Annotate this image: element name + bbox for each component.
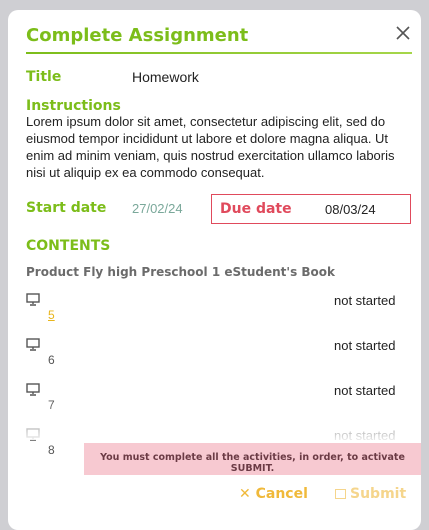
submit-icon (335, 489, 346, 499)
activity-number[interactable]: 5 (48, 308, 55, 322)
dates-row: Start date 27/02/24 Due date 08/03/24 (26, 194, 414, 224)
instructions-text: Lorem ipsum dolor sit amet, consectetur … (26, 114, 395, 180)
contents-label: CONTENTS (26, 238, 111, 254)
monitor-icon (26, 293, 40, 306)
due-date-label: Due date (220, 201, 292, 217)
cancel-label: Cancel (255, 486, 308, 502)
product-title: Product Fly high Preschool 1 eStudent's … (26, 265, 336, 279)
monitor-icon (26, 338, 40, 351)
due-date-box: Due date 08/03/24 (211, 194, 411, 224)
monitor-icon (26, 383, 40, 396)
title-label: Title (26, 69, 62, 85)
start-date-value: 27/02/24 (132, 201, 183, 216)
due-date-value: 08/03/24 (325, 202, 376, 217)
list-item[interactable]: 5 not started (26, 290, 416, 335)
dialog-header: Complete Assignment (8, 10, 421, 54)
activity-number: 6 (48, 353, 55, 367)
submit-notice: You must complete all the activities, in… (84, 443, 421, 475)
instructions-label: Instructions (26, 98, 121, 114)
activity-status: not started (334, 383, 396, 398)
cancel-icon: ✕ (239, 486, 251, 502)
complete-assignment-dialog: Complete Assignment Title Homework Instr… (8, 10, 421, 530)
cancel-button[interactable]: ✕ Cancel (239, 486, 308, 502)
submit-label: Submit (350, 486, 407, 502)
activity-status: not started (334, 293, 396, 308)
submit-button[interactable]: Submit (335, 486, 406, 502)
list-item[interactable]: 6 not started (26, 335, 416, 380)
title-value: Homework (132, 69, 199, 85)
start-date-label: Start date (26, 200, 107, 216)
title-row: Title Homework (26, 69, 199, 85)
list-fade-overlay (8, 400, 421, 440)
close-icon[interactable] (394, 24, 412, 42)
activity-number: 8 (48, 443, 55, 457)
submit-notice-text: You must complete all the activities, in… (100, 452, 405, 474)
activity-status: not started (334, 338, 396, 353)
dialog-title: Complete Assignment (26, 25, 249, 46)
header-divider (26, 52, 412, 54)
